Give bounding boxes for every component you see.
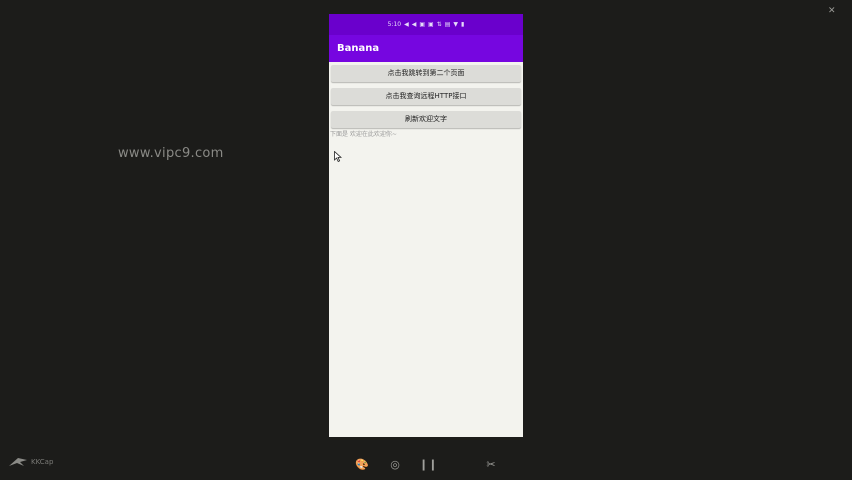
refresh-welcome-button[interactable]: 刷新欢迎文字 bbox=[331, 111, 521, 128]
go-second-page-button[interactable]: 点击我跳转到第二个页面 bbox=[331, 65, 521, 82]
data-icon: ⇅ bbox=[436, 21, 442, 28]
query-http-button[interactable]: 点击我查询远程HTTP接口 bbox=[331, 88, 521, 105]
battery-icon: ▮ bbox=[461, 21, 465, 28]
status-bar: 5:10 ◀ ◀ ▣ ▣ ⇅ ▤ ▼ ▮ bbox=[329, 14, 523, 35]
app-title: Banana bbox=[337, 43, 380, 54]
scissors-icon[interactable]: ✂ bbox=[484, 456, 498, 474]
recorder-logo: KKCap bbox=[8, 456, 53, 468]
player-controls: 🎨 ◎ ❙❙ ✂ bbox=[0, 456, 852, 476]
logo-text: KKCap bbox=[31, 458, 54, 466]
phone-screen: 5:10 ◀ ◀ ▣ ▣ ⇅ ▤ ▼ ▮ Banana 点击我跳转到第二个页面 … bbox=[329, 14, 523, 437]
mouse-cursor-icon bbox=[334, 151, 342, 162]
app-bar: Banana bbox=[329, 35, 523, 62]
close-icon[interactable]: ✕ bbox=[828, 6, 838, 16]
app-notification-icon: ▣ bbox=[428, 21, 434, 28]
bird-logo-icon bbox=[9, 458, 27, 466]
signal-icon: ▤ bbox=[444, 21, 451, 28]
notification-icon: ◀ bbox=[411, 21, 417, 28]
main-content: 点击我跳转到第二个页面 点击我查询远程HTTP接口 刷新欢迎文字 下面是 欢迎在… bbox=[329, 62, 523, 139]
paint-icon[interactable]: 🎨 bbox=[355, 456, 369, 474]
target-icon[interactable]: ◎ bbox=[388, 456, 402, 474]
watermark-text: www.vipc9.com bbox=[118, 146, 224, 161]
app-notification-icon: ▣ bbox=[419, 21, 426, 28]
wifi-icon: ▼ bbox=[453, 21, 459, 28]
status-time: 5:10 bbox=[387, 21, 402, 28]
pause-icon[interactable]: ❙❙ bbox=[419, 456, 437, 474]
notification-icon: ◀ bbox=[404, 21, 409, 28]
welcome-text: 下面是 欢迎在此欢迎你~ bbox=[330, 131, 397, 138]
